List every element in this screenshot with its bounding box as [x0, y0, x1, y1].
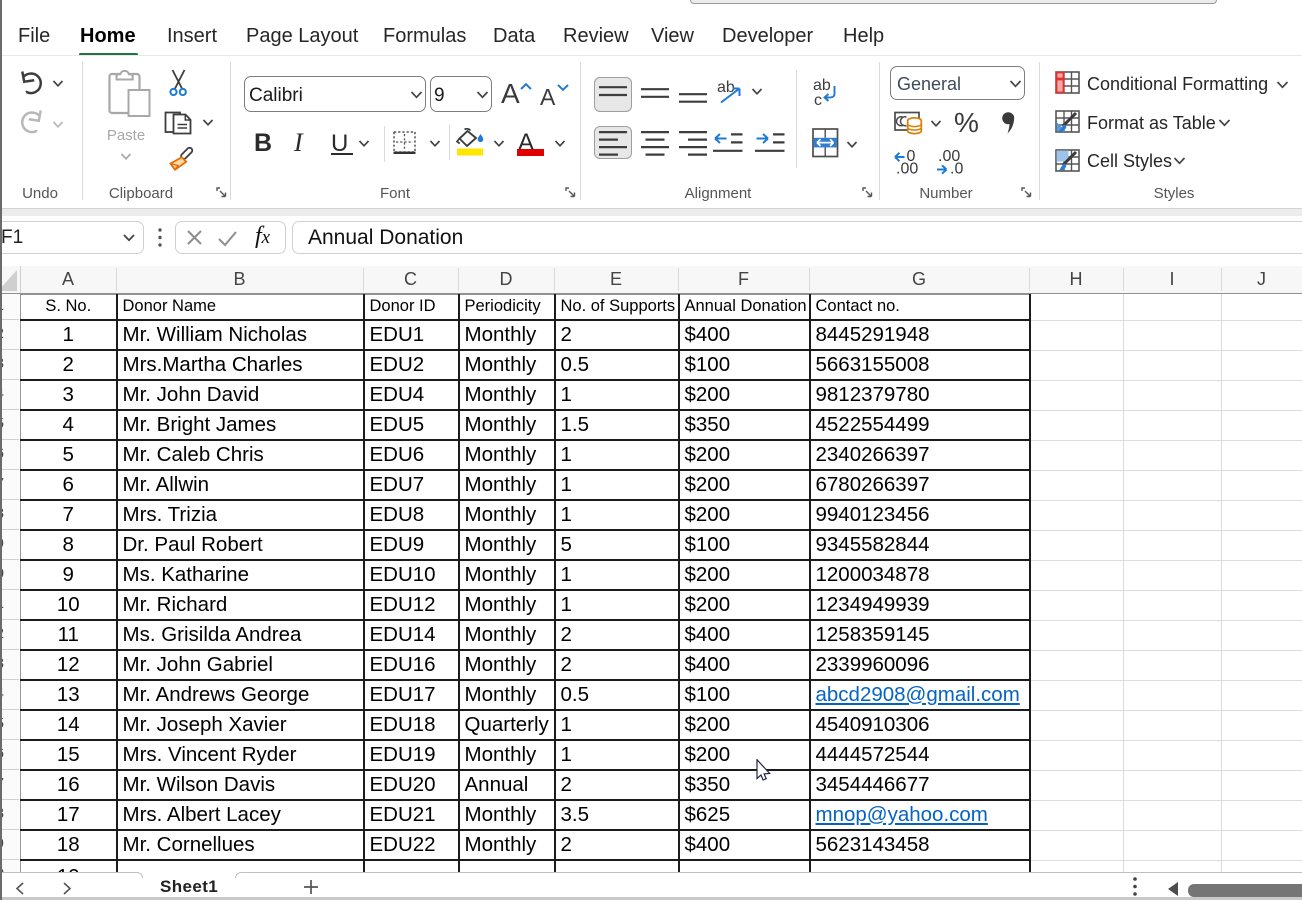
svg-text:.0: .0 [950, 161, 963, 177]
svg-text:.00: .00 [896, 161, 918, 177]
